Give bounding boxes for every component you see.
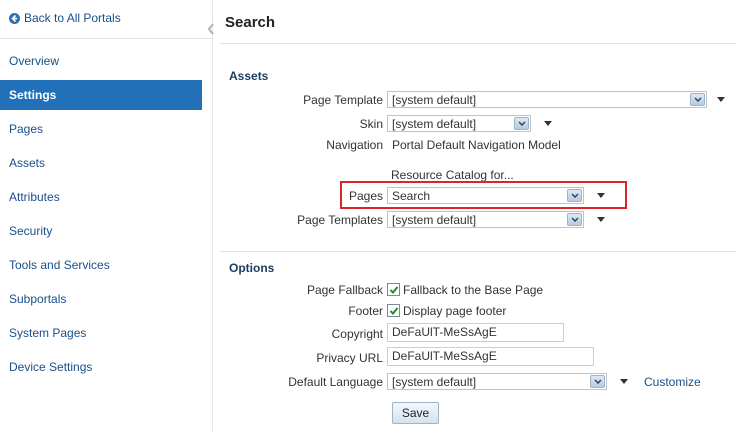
skin-select[interactable]: [system default] (387, 115, 531, 132)
assets-heading: Assets (229, 69, 269, 83)
chevron-down-icon (690, 93, 705, 106)
pages-catalog-select[interactable]: Search (387, 187, 584, 204)
sidebar-item-tools-and-services[interactable]: Tools and Services (0, 248, 202, 282)
sidebar-item-attributes[interactable]: Attributes (0, 180, 202, 214)
page-templates-catalog-value: [system default] (392, 212, 477, 227)
checkmark-icon (389, 285, 398, 294)
page-template-value: [system default] (392, 92, 477, 107)
footer-checkbox[interactable] (387, 304, 400, 317)
page-templates-catalog-select[interactable]: [system default] (387, 211, 584, 228)
chevron-down-icon (567, 189, 582, 202)
sidebar-divider (0, 38, 213, 39)
footer-label: Footer (348, 304, 383, 318)
back-to-all-portals-link[interactable]: Back to All Portals (9, 10, 121, 26)
page-fallback-checkbox[interactable] (387, 283, 400, 296)
page-title: Search (225, 14, 276, 31)
customize-link[interactable]: Customize (644, 375, 701, 389)
sidebar-item-system-pages[interactable]: System Pages (0, 316, 202, 350)
page-fallback-label: Page Fallback (306, 283, 383, 297)
footer-text: Display page footer (403, 304, 507, 318)
sidebar-item-settings[interactable]: Settings (0, 80, 202, 110)
title-divider (220, 43, 736, 44)
sidebar-item-device-settings[interactable]: Device Settings (0, 350, 202, 384)
default-language-label: Default Language (288, 375, 383, 389)
default-language-value: [system default] (392, 374, 477, 389)
sidebar-item-subportals[interactable]: Subportals (0, 282, 202, 316)
chevron-down-icon (590, 375, 605, 388)
pages-label: Pages (348, 189, 383, 203)
navigation-value: Portal Default Navigation Model (392, 138, 561, 152)
page-template-menu-caret[interactable] (717, 97, 725, 102)
navigation-label: Navigation (326, 138, 383, 152)
sidebar-item-pages[interactable]: Pages (0, 112, 202, 146)
checkmark-icon (389, 306, 398, 315)
save-button[interactable]: Save (392, 402, 439, 424)
default-language-menu-caret[interactable] (620, 379, 628, 384)
sidebar-nav: Overview Settings Pages Assets Attribute… (0, 44, 202, 384)
sidebar-item-overview[interactable]: Overview (0, 44, 202, 78)
page-templates-label: Page Templates (297, 213, 383, 227)
copyright-label: Copyright (331, 327, 383, 341)
sidebar-item-security[interactable]: Security (0, 214, 202, 248)
sidebar: Back to All Portals Overview Settings Pa… (0, 0, 213, 431)
resource-catalog-heading: Resource Catalog for... (391, 168, 514, 182)
chevron-down-icon (514, 117, 529, 130)
skin-value: [system default] (392, 116, 477, 131)
copyright-input[interactable]: DeFaUlT-MeSsAgE (387, 323, 564, 342)
sidebar-item-assets[interactable]: Assets (0, 146, 202, 180)
chevron-down-icon (567, 213, 582, 226)
default-language-select[interactable]: [system default] (387, 373, 607, 390)
collapse-sidebar-icon[interactable] (207, 22, 217, 36)
pages-catalog-menu-caret[interactable] (597, 193, 605, 198)
skin-menu-caret[interactable] (544, 121, 552, 126)
section-divider (220, 251, 736, 252)
page-template-select[interactable]: [system default] (387, 91, 707, 108)
privacy-url-input[interactable]: DeFaUlT-MeSsAgE (387, 347, 594, 366)
pages-catalog-value: Search (392, 188, 431, 203)
page-template-label: Page Template (303, 93, 383, 107)
skin-label: Skin (359, 117, 383, 131)
page-fallback-text: Fallback to the Base Page (403, 283, 544, 297)
page-templates-menu-caret[interactable] (597, 217, 605, 222)
privacy-url-label: Privacy URL (316, 351, 383, 365)
back-link-label: Back to All Portals (24, 11, 121, 25)
options-heading: Options (229, 261, 275, 275)
back-arrow-icon (9, 12, 20, 24)
